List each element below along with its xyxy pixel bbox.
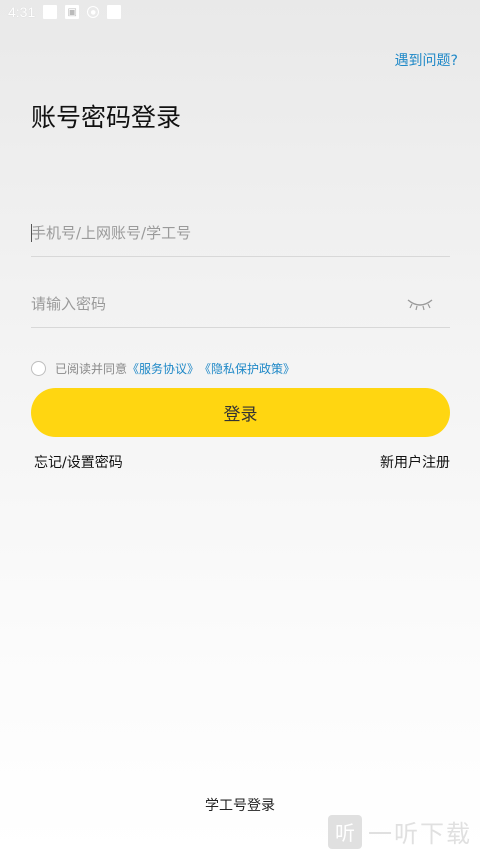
- status-square-icon: [107, 5, 122, 19]
- watermark-logo: 听: [328, 814, 362, 849]
- status-bar: 4:31 ▣ ●: [0, 0, 480, 24]
- agreement-prefix: 已阅读并同意: [55, 362, 128, 376]
- password-input[interactable]: [31, 295, 406, 313]
- eye-closed-icon[interactable]: [406, 294, 434, 314]
- student-id-login-link[interactable]: 学工号登录: [0, 795, 480, 815]
- account-input[interactable]: [31, 224, 450, 242]
- page-title: 账号密码登录: [31, 103, 182, 132]
- text-caret: [31, 224, 32, 242]
- record-icon: ●: [87, 6, 100, 18]
- forgot-password-link[interactable]: 忘记/设置密码: [34, 452, 123, 472]
- app-notification-icon: ▣: [65, 5, 80, 19]
- status-time: 4:31: [8, 4, 36, 20]
- login-button[interactable]: 登录: [31, 388, 450, 437]
- privacy-link[interactable]: 《隐私保护政策》: [199, 360, 295, 377]
- notification-icon: [43, 5, 58, 19]
- terms-link[interactable]: 《服务协议》: [127, 360, 199, 377]
- watermark: 听 一听下载: [328, 814, 472, 849]
- register-link[interactable]: 新用户注册: [380, 452, 450, 472]
- watermark-text: 一听下载: [368, 820, 472, 848]
- agreement-row: 已阅读并同意 《服务协议》 《隐私保护政策》: [31, 360, 295, 377]
- agreement-checkbox[interactable]: [31, 361, 46, 376]
- account-field: [31, 210, 450, 257]
- help-link[interactable]: 遇到问题?: [395, 50, 458, 70]
- password-field: [31, 281, 450, 328]
